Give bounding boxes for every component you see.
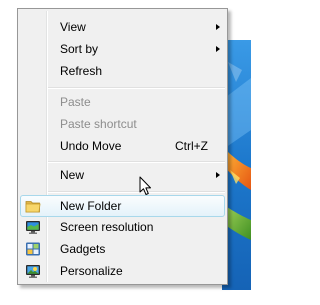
submenu-arrow-icon — [216, 172, 220, 178]
personalize-icon — [26, 265, 40, 278]
menu-item-gadgets-label: Gadgets — [60, 242, 106, 256]
menu-item-view[interactable]: View — [20, 16, 225, 38]
menu-item-paste[interactable]: Paste — [20, 91, 225, 113]
menu-item-view-label: View — [60, 20, 86, 34]
menu-item-undo-move[interactable]: Undo Move Ctrl+Z — [20, 135, 225, 157]
menu-item-screen-resolution[interactable]: Screen resolution — [20, 216, 225, 238]
menu-item-personalize-label: Personalize — [60, 264, 123, 278]
undo-move-shortcut: Ctrl+Z — [175, 139, 208, 153]
menu-separator — [48, 161, 225, 163]
desktop-context-menu: View Sort by Refresh Paste Paste shortcu… — [17, 8, 228, 285]
monitor-icon — [26, 221, 40, 234]
desktop[interactable]: View Sort by Refresh Paste Paste shortcu… — [0, 0, 251, 305]
menu-item-new-folder[interactable]: New Folder — [20, 195, 225, 217]
menu-item-paste-shortcut-label: Paste shortcut — [60, 117, 137, 131]
menu-item-sort-by-label: Sort by — [60, 42, 99, 56]
gadgets-icon — [26, 242, 40, 256]
menu-item-refresh[interactable]: Refresh — [20, 60, 225, 82]
menu-item-gadgets[interactable]: Gadgets — [20, 238, 225, 260]
menu-item-paste-label: Paste — [60, 95, 91, 109]
folder-icon — [25, 201, 41, 213]
menu-item-new-folder-label: New Folder — [60, 199, 122, 213]
menu-item-screen-resolution-label: Screen resolution — [60, 220, 154, 234]
menu-separator — [48, 87, 225, 89]
menu-item-personalize[interactable]: Personalize — [20, 260, 225, 282]
menu-item-refresh-label: Refresh — [60, 64, 103, 78]
submenu-arrow-icon — [216, 24, 220, 30]
menu-item-paste-shortcut[interactable]: Paste shortcut — [20, 113, 225, 135]
menu-item-new-label: New — [60, 168, 85, 182]
menu-item-undo-move-label: Undo Move — [60, 139, 122, 153]
menu-separator — [48, 191, 225, 193]
menu-item-sort-by[interactable]: Sort by — [20, 38, 225, 60]
menu-item-new[interactable]: New — [20, 164, 225, 186]
submenu-arrow-icon — [216, 46, 220, 52]
mouse-pointer-icon — [139, 176, 151, 195]
